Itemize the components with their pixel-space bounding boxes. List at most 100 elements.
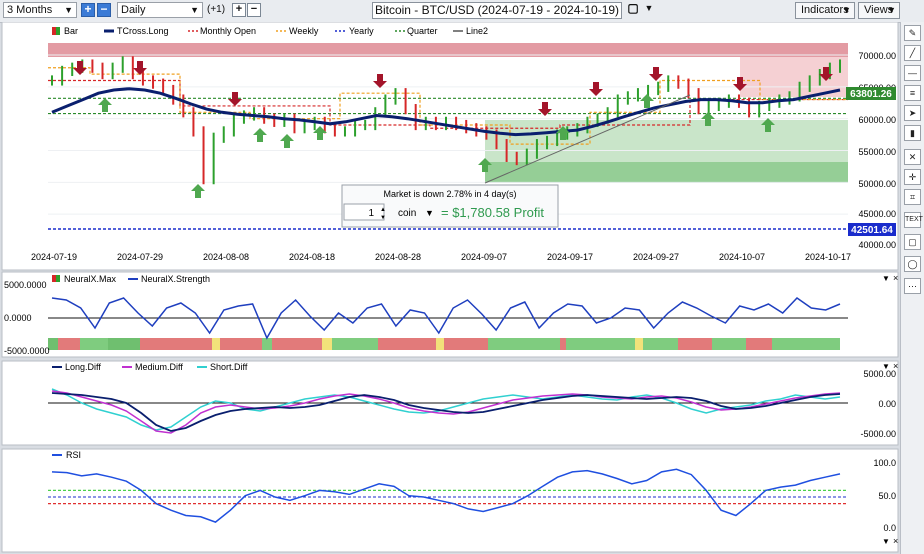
neural-block [560,338,566,350]
panel-collapse-icon[interactable]: ▼ [882,537,890,546]
quantity-value: 1 [368,208,374,219]
neural-block [436,338,444,350]
horizontal-line-icon[interactable]: — [904,65,921,81]
date-tick: 2024-07-29 [117,252,163,262]
date-tick: 2024-07-19 [31,252,77,262]
legend-label[interactable]: Long.Diff [65,362,101,372]
legend-label[interactable]: NeuralX.Strength [141,274,210,284]
rsi-tick: 100.0 [873,458,896,468]
interval-value: Daily [121,4,146,16]
neural-block [272,338,322,350]
date-tick: 2024-09-27 [633,252,679,262]
lower-zone-2 [485,162,848,183]
neural-block [635,338,643,350]
title-dropdown-icon[interactable]: ▼ [642,3,656,17]
unit-dropdown-icon[interactable]: ▼ [425,208,434,218]
neural-block [220,338,262,350]
legend-swatch-red [52,275,56,282]
panel-close-icon[interactable]: × [893,536,898,546]
current-price-value: 63801.26 [850,89,892,100]
period-value: 3 Months [7,4,53,16]
zoom-in-button[interactable]: + [81,3,95,17]
rsi-tick: 50.0 [878,491,896,501]
neural-block [643,338,678,350]
rectangle-icon[interactable]: ▢ [904,234,921,250]
neural-block [212,338,220,350]
legend-label[interactable]: Medium.Diff [135,362,183,372]
offset-plus-button[interactable]: + [232,3,246,17]
offset-minus-button[interactable]: − [247,3,261,17]
legend-label[interactable]: RSI [66,450,81,460]
chevron-down-icon: ▼ [842,5,851,15]
more-icon[interactable]: ⋯ [904,278,921,294]
spin-down-icon[interactable]: ▼ [380,215,386,221]
line-icon[interactable]: ╱ [904,45,921,61]
fib-icon[interactable]: ≡ [904,85,921,101]
panel-collapse-icon[interactable]: ▼ [882,274,890,283]
text-icon[interactable]: TEXT [904,212,923,228]
legend-label[interactable]: Monthly Open [200,26,256,36]
neural-block [488,338,560,350]
measure-icon[interactable]: ⌗ [904,189,921,205]
chevron-down-icon: ▼ [190,5,199,15]
views-button[interactable]: Views ▼ [858,2,900,19]
quantity-input[interactable] [343,203,385,221]
diff-legend: Long.Diff Medium.Diff Short.Diff [52,362,248,372]
date-tick: 2024-09-17 [547,252,593,262]
legend-swatch-bar-red [52,27,56,35]
bar-icon[interactable]: ▮ [904,125,921,141]
drawing-tools-sidebar: ✎ ╱ — ≡ ➤ ▮ ✕ ✛ ⌗ TEXT ▢ ◯ ⋯ [900,22,924,554]
arrow-icon[interactable]: ➤ [904,105,921,121]
crosshair-icon[interactable]: ✛ [904,169,921,185]
diff-tick: -5000.00 [860,429,896,439]
chevron-down-icon: ▼ [64,5,73,15]
profit-result: = $1,780.58 Profit [441,205,544,220]
neural-block [58,338,80,350]
neural-block [772,338,840,350]
neural-block [746,338,772,350]
market-info-box[interactable]: Market is down 2.78% in 4 day(s) 1 ▲ ▼ c… [341,184,559,228]
zoom-out-button[interactable]: − [97,3,111,17]
spin-up-icon[interactable]: ▲ [380,207,386,213]
indicators-button[interactable]: Indicators ▼ [795,2,855,19]
neural-tick: 5000.0000 [4,280,47,290]
date-tick: 2024-08-28 [375,252,421,262]
price-tick: 40000.00 [858,240,896,250]
interval-select[interactable]: Daily ▼ [117,2,203,18]
calendar-icon[interactable]: ▢ [626,2,640,17]
legend-label[interactable]: Yearly [349,26,374,36]
legend-label[interactable]: Bar [64,26,78,36]
date-tick: 2024-08-18 [289,252,335,262]
price-tick: 60000.00 [858,115,896,125]
symbol-title[interactable]: Bitcoin - BTC/USD (2024-07-19 - 2024-10-… [372,2,622,19]
period-select[interactable]: 3 Months ▼ [3,2,77,18]
top-toolbar: 3 Months ▼ + − Daily ▼ (+1) + − Bitcoin - … [0,0,924,23]
legend-label[interactable]: Short.Diff [210,362,248,372]
neural-block [378,338,436,350]
chart-canvas: 70000.00 65000.00 60000.00 55000.00 5000… [1,22,899,553]
legend-label[interactable]: NeuralX.Max [64,274,117,284]
neural-block [108,338,140,350]
diff-tick: 5000.00 [863,369,896,379]
chevron-down-icon: ▼ [887,5,896,15]
legend-label[interactable]: Quarter [407,26,438,36]
neural-tick: 0.0000 [4,313,32,323]
yearly-price-value: 42501.64 [851,225,893,236]
legend-label[interactable]: Line2 [466,26,488,36]
panel-close-icon[interactable]: × [893,273,898,283]
price-tick: 55000.00 [858,147,896,157]
legend-label[interactable]: Weekly [289,26,319,36]
neural-tick: -5000.0000 [4,346,50,356]
info-message: Market is down 2.78% in 4 day(s) [383,189,516,199]
circle-icon[interactable]: ◯ [904,256,921,272]
pencil-icon[interactable]: ✎ [904,25,921,41]
cross-icon[interactable]: ✕ [904,149,921,165]
date-tick: 2024-09-07 [461,252,507,262]
rsi-panel [1,448,899,553]
neural-block [444,338,488,350]
neural-block [322,338,332,350]
neural-block [332,338,378,350]
legend-label[interactable]: TCross.Long [117,26,169,36]
neural-block [678,338,712,350]
unit-select[interactable]: coin [398,208,416,219]
